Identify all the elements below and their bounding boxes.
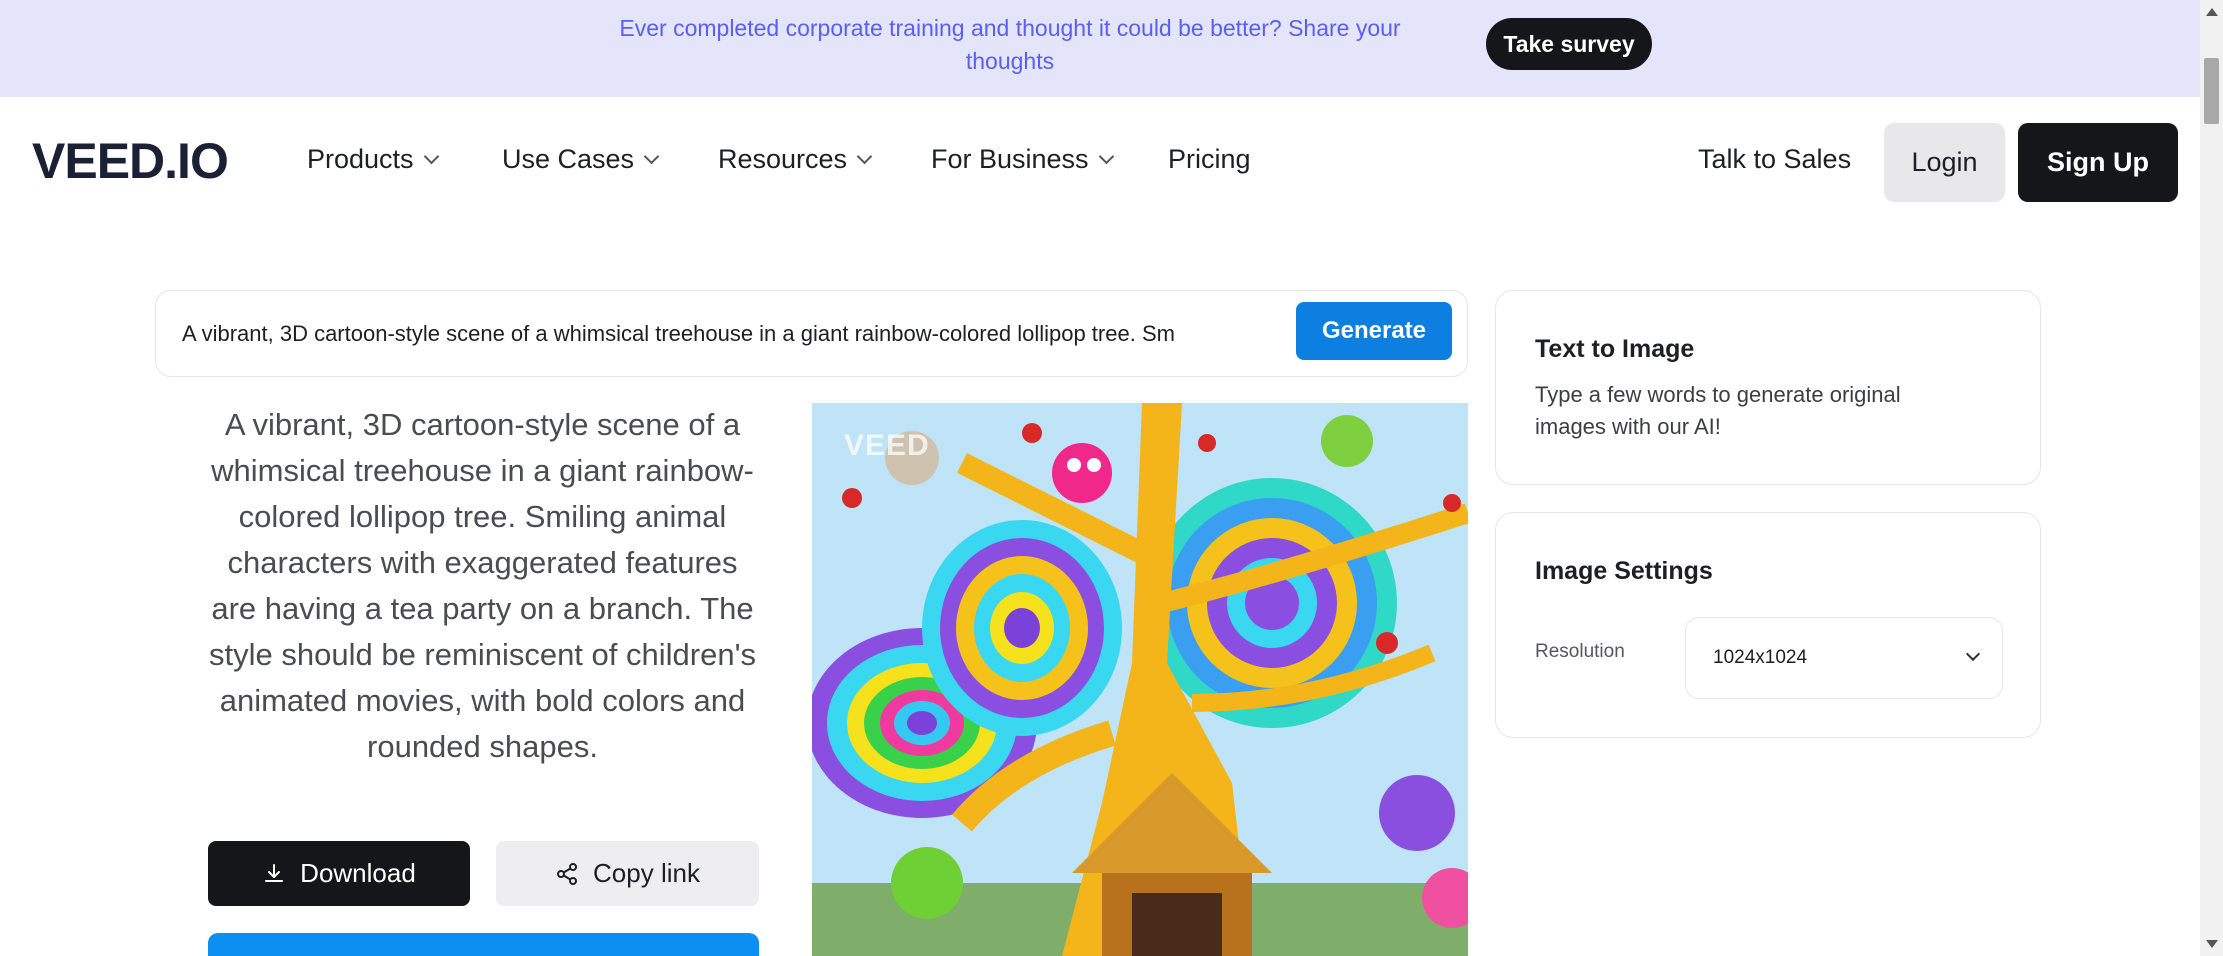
text-to-image-title: Text to Image bbox=[1535, 335, 1695, 363]
prompt-input[interactable] bbox=[182, 317, 1442, 351]
chevron-down-icon bbox=[856, 148, 873, 165]
download-icon bbox=[265, 863, 284, 882]
scroll-up-arrow-icon[interactable] bbox=[2206, 8, 2218, 16]
sign-up-button[interactable]: Sign Up bbox=[2018, 123, 2178, 202]
nav-for-business-label: For Business bbox=[931, 144, 1089, 174]
chevron-down-icon bbox=[1965, 646, 1981, 662]
resolution-label: Resolution bbox=[1535, 641, 1625, 662]
banner-text: Ever completed corporate training and th… bbox=[619, 15, 1401, 74]
page-scrollbar[interactable] bbox=[2200, 0, 2223, 956]
copy-link-button[interactable]: Copy link bbox=[496, 841, 759, 906]
nav-use-cases-label: Use Cases bbox=[502, 144, 635, 174]
image-settings-card: Image Settings Resolution 1024x1024 bbox=[1495, 512, 2041, 738]
resolution-value: 1024x1024 bbox=[1713, 647, 1808, 668]
nav-resources[interactable]: Resources bbox=[718, 144, 873, 175]
veed-watermark: VEED bbox=[844, 429, 930, 462]
scroll-thumb[interactable] bbox=[2204, 58, 2219, 124]
download-button[interactable]: Download bbox=[208, 841, 470, 906]
resolution-select[interactable]: 1024x1024 bbox=[1685, 617, 2003, 699]
treehouse-illustration bbox=[812, 403, 1468, 956]
nav-pricing[interactable]: Pricing bbox=[1168, 144, 1251, 175]
text-to-image-subtitle: Type a few words to generate original im… bbox=[1535, 382, 1901, 439]
prompt-bar: Generate bbox=[155, 290, 1468, 377]
blue-action-button[interactable] bbox=[208, 933, 759, 956]
chevron-down-icon bbox=[643, 148, 660, 165]
chevron-down-icon bbox=[423, 148, 439, 165]
prompt-description: A vibrant, 3D cartoon-style scene of a w… bbox=[209, 407, 756, 764]
talk-to-sales-link[interactable]: Talk to Sales bbox=[1698, 144, 1851, 175]
scroll-down-arrow-icon[interactable] bbox=[2206, 940, 2218, 948]
text-to-image-card: Text to Image Type a few words to genera… bbox=[1495, 290, 2041, 485]
chevron-down-icon bbox=[1098, 148, 1114, 165]
login-button[interactable]: Login bbox=[1884, 123, 2005, 202]
download-label: Download bbox=[300, 858, 416, 888]
image-settings-title: Image Settings bbox=[1535, 557, 1713, 585]
nav-use-cases[interactable]: Use Cases bbox=[502, 144, 660, 175]
copy-link-label: Copy link bbox=[593, 858, 700, 888]
take-survey-button[interactable]: Take survey bbox=[1486, 18, 1652, 70]
nav-products[interactable]: Products bbox=[307, 144, 439, 175]
veed-logo[interactable]: VEED.IO bbox=[32, 132, 229, 190]
share-icon bbox=[557, 862, 578, 885]
generated-image[interactable]: VEED bbox=[812, 403, 1468, 956]
nav-products-label: Products bbox=[307, 144, 414, 174]
nav-for-business[interactable]: For Business bbox=[931, 144, 1114, 175]
nav-pricing-label: Pricing bbox=[1168, 144, 1251, 174]
nav-resources-label: Resources bbox=[718, 144, 848, 174]
survey-banner: Ever completed corporate training and th… bbox=[0, 0, 2200, 97]
generate-button[interactable]: Generate bbox=[1296, 302, 1452, 360]
